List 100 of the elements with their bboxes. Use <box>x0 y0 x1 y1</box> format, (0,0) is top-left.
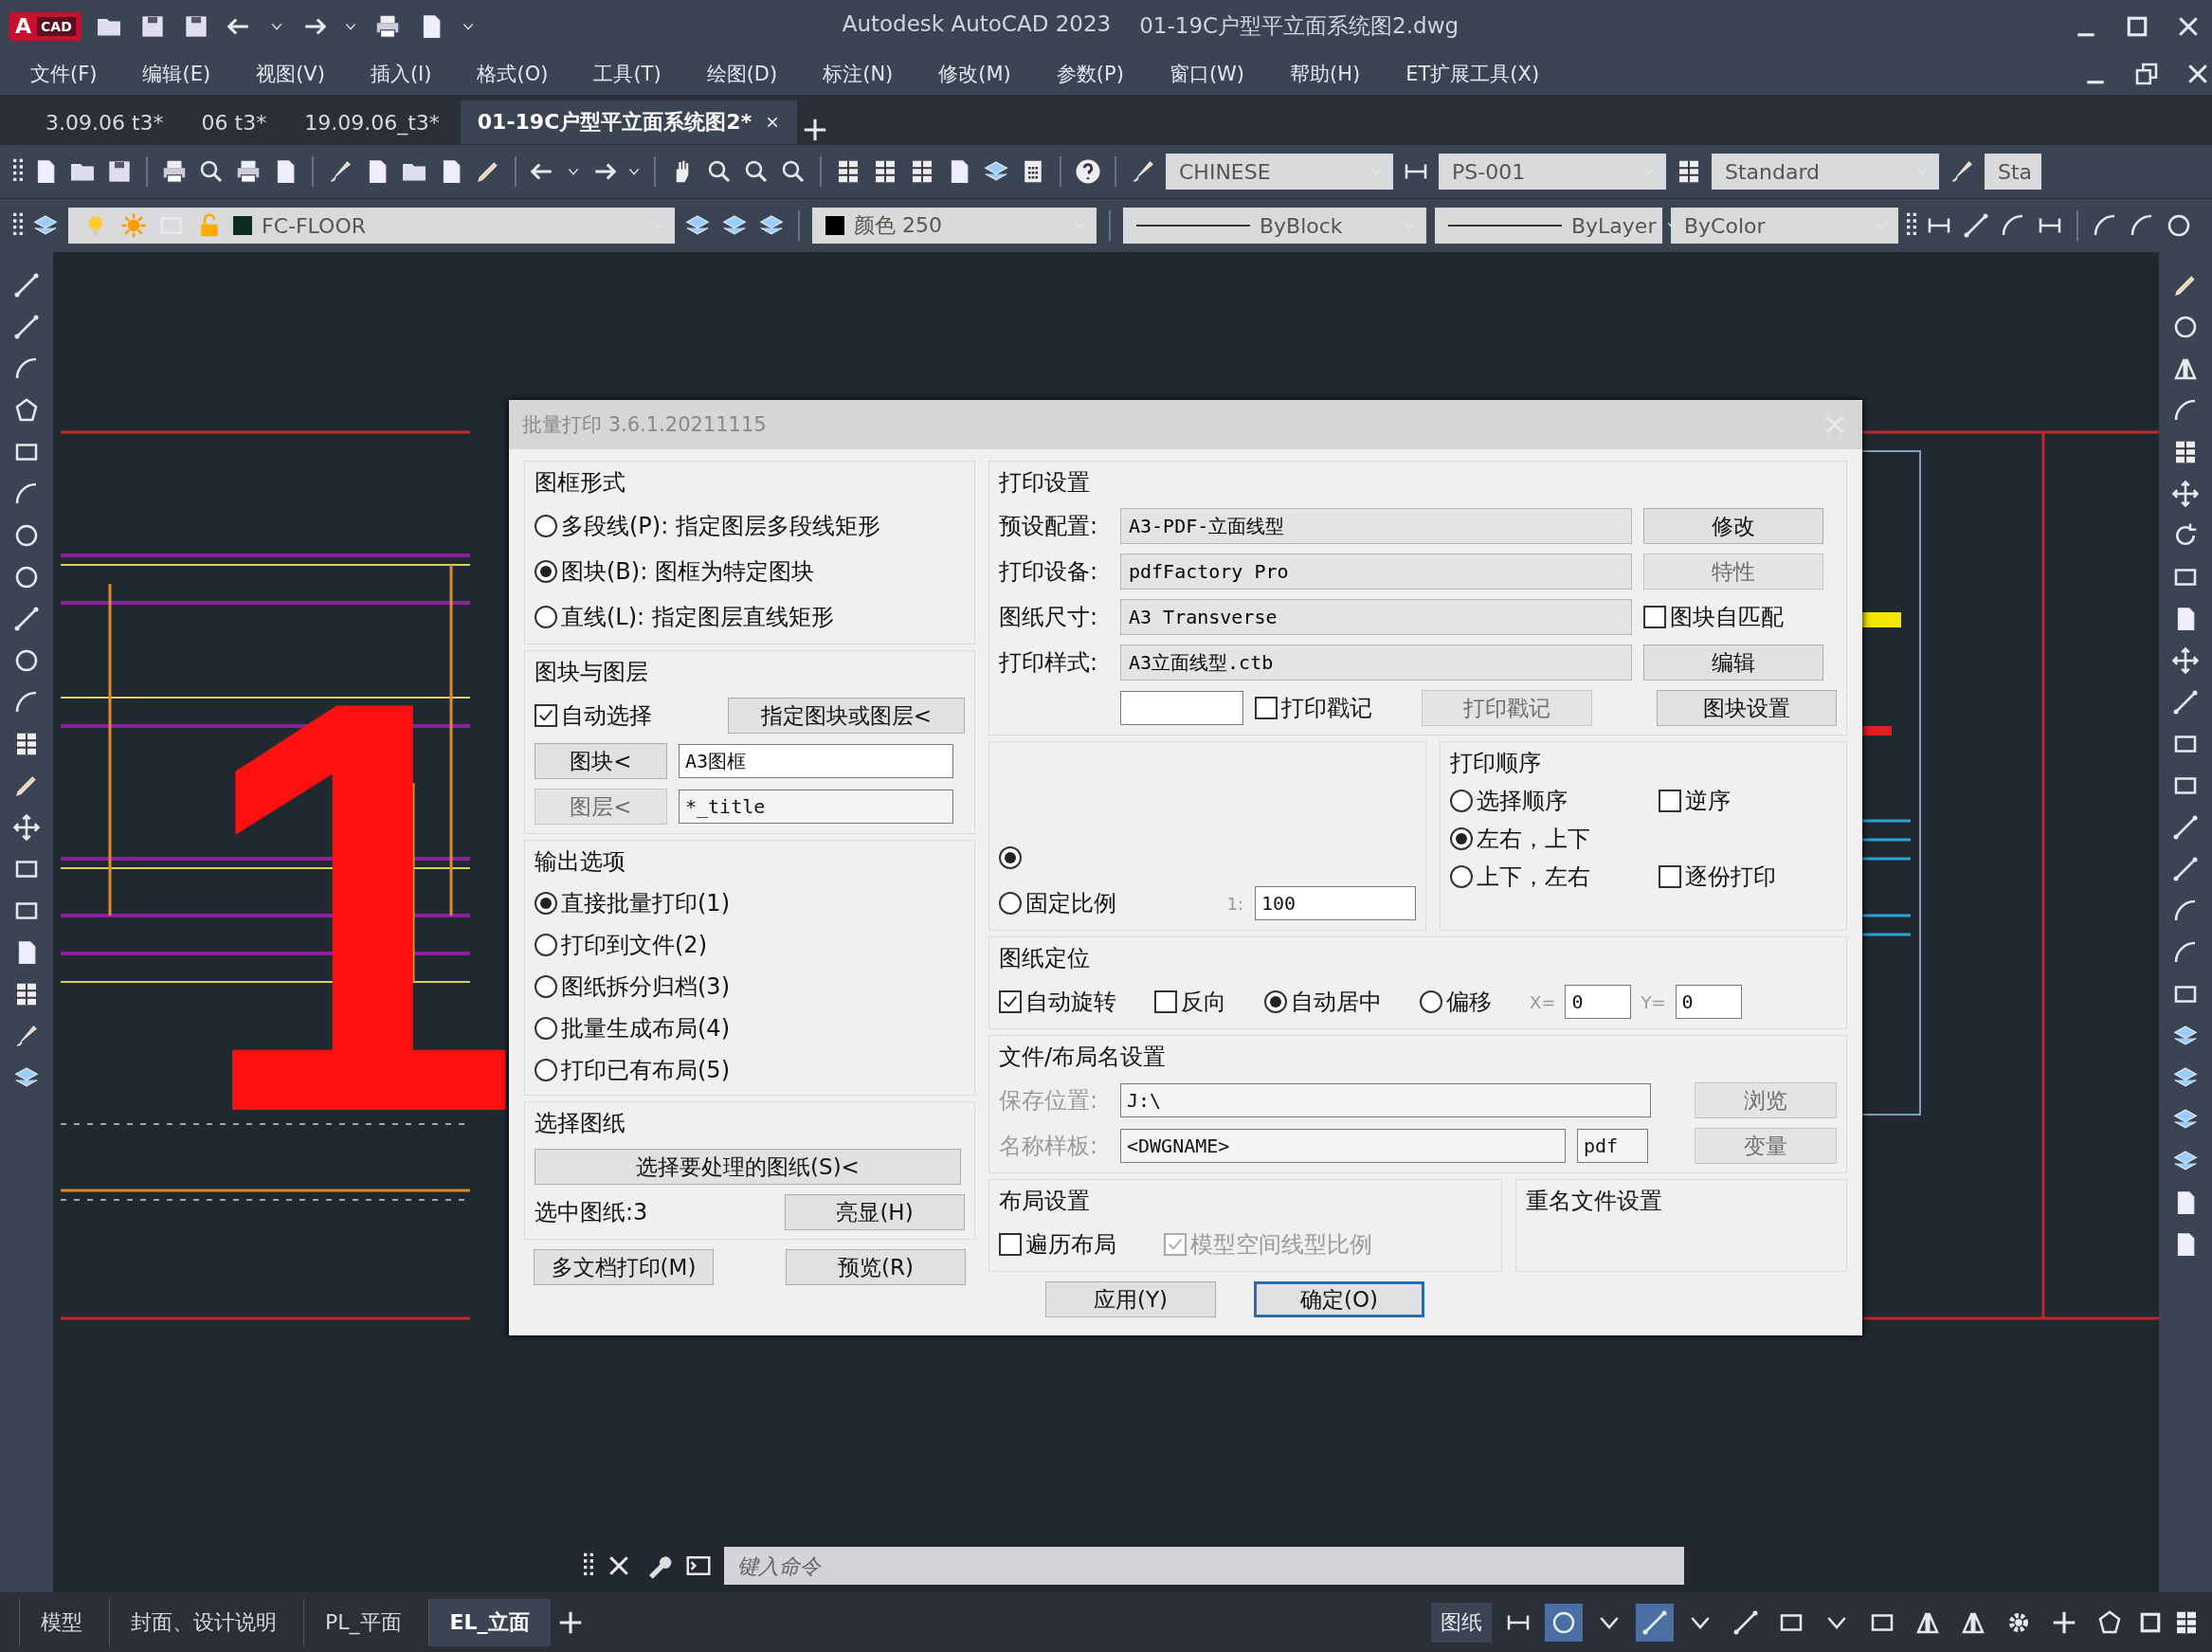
radio-icon[interactable] <box>535 560 557 583</box>
menu-item[interactable]: 文件(F) <box>28 56 100 91</box>
menu-item[interactable]: 窗口(W) <box>1167 56 1247 91</box>
input-field[interactable]: A3图框 <box>679 744 953 778</box>
radio-option[interactable]: 自动居中 <box>1264 987 1382 1017</box>
copies-field[interactable] <box>1120 691 1243 725</box>
radio-icon[interactable] <box>535 606 557 628</box>
radio-icon[interactable] <box>535 892 557 915</box>
checkbox-icon[interactable] <box>999 990 1022 1013</box>
checkbox-icon[interactable] <box>1659 790 1681 812</box>
radio-option[interactable]: 直线(L): 指定图层直线矩形 <box>535 602 834 632</box>
radio-icon[interactable] <box>1450 790 1473 812</box>
menu-item[interactable]: 工具(T) <box>591 56 663 91</box>
radio-option[interactable]: 直接批量打印(1) <box>535 888 730 918</box>
menu-item[interactable]: 视图(V) <box>254 56 327 91</box>
checkbox-option[interactable]: 图块自匹配 <box>1643 602 1784 632</box>
radio-icon[interactable] <box>535 975 557 998</box>
dropdown[interactable]: A3-PDF-立面线型 <box>1120 508 1632 544</box>
radio-icon[interactable] <box>535 515 557 537</box>
dropdown[interactable]: pdfFactory Pro <box>1120 554 1632 590</box>
dropdown[interactable]: A3立面线型.ctb <box>1120 644 1632 681</box>
checkbox-option[interactable]: 逐份打印 <box>1659 862 1837 892</box>
line-icon[interactable] <box>12 271 41 300</box>
scale-field[interactable]: 100 <box>1255 886 1416 920</box>
paper-space-button[interactable]: 图纸 <box>1431 1602 1492 1643</box>
line-icon[interactable] <box>2171 813 2200 842</box>
document-tab[interactable]: 19.09.06_t3* <box>287 100 457 144</box>
checkbox-option[interactable]: 反向 <box>1154 987 1226 1017</box>
layer-dropdown[interactable]: FC-FLOOR <box>68 208 675 244</box>
menu-item[interactable]: ET扩展工具(X) <box>1404 56 1542 91</box>
help-icon[interactable] <box>1074 157 1102 186</box>
dialog-button[interactable]: 编辑 <box>1643 644 1823 681</box>
multileader-style-dropdown[interactable]: Sta <box>1985 154 2041 190</box>
menu-item[interactable]: 修改(M) <box>936 56 1013 91</box>
radio-option[interactable]: 选择顺序 <box>1450 786 1659 816</box>
line-icon[interactable] <box>2171 688 2200 717</box>
radio-option[interactable]: 偏移 <box>1420 987 1492 1017</box>
color-dropdown[interactable]: 颜色 250 <box>812 208 1097 244</box>
dropdown[interactable]: A3 Transverse <box>1120 599 1632 635</box>
checkbox-icon[interactable] <box>1659 865 1681 888</box>
layout-tab[interactable]: 模型 <box>19 1598 103 1646</box>
plot-style-dropdown[interactable]: ByColor <box>1671 208 1898 244</box>
checkbox-icon[interactable] <box>1643 606 1666 628</box>
layout-tab[interactable]: PL_平面 <box>303 1598 423 1646</box>
dialog-button[interactable]: 应用(Y) <box>1045 1281 1216 1317</box>
radio-icon[interactable] <box>999 892 1022 915</box>
menu-item[interactable]: 帮助(H) <box>1288 56 1363 91</box>
dialog-button[interactable]: 亮显(H) <box>785 1194 965 1230</box>
line-icon[interactable] <box>2171 855 2200 883</box>
line-icon[interactable] <box>12 605 41 633</box>
radio-option[interactable]: 多段线(P): 指定图层多段线矩形 <box>535 511 880 541</box>
radio-option[interactable]: 打印到文件(2) <box>535 930 707 960</box>
dialog-button[interactable]: 预览(R) <box>786 1249 966 1285</box>
radio-option[interactable]: 图块(B): 图框为特定图块 <box>535 556 814 587</box>
menu-item[interactable]: 编辑(E) <box>140 56 213 91</box>
checkbox-icon[interactable] <box>1255 697 1278 719</box>
radio-icon[interactable] <box>535 934 557 956</box>
radio-icon[interactable] <box>1264 990 1287 1013</box>
checkbox-option[interactable]: 打印戳记 <box>1255 693 1372 723</box>
checkbox-option[interactable]: 自动旋转 <box>999 987 1116 1017</box>
layout-tab[interactable]: EL_立面 <box>427 1598 551 1646</box>
checkbox-option[interactable]: 自动选择 <box>535 700 652 731</box>
move-icon[interactable] <box>2171 480 2200 508</box>
menu-item[interactable]: 插入(I) <box>368 56 434 91</box>
line-icon[interactable] <box>1962 211 1990 240</box>
checkbox-icon[interactable] <box>999 1233 1022 1256</box>
x-field[interactable]: 0 <box>1565 985 1632 1019</box>
dialog-button[interactable]: 确定(O) <box>1254 1281 1424 1317</box>
menu-item[interactable]: 绘图(D) <box>704 56 780 91</box>
menu-item[interactable]: 标注(N) <box>821 56 896 91</box>
radio-option[interactable]: 左右，上下 <box>1450 824 1659 854</box>
radio-option[interactable]: 图纸拆分归档(3) <box>535 971 730 1002</box>
app-logo[interactable]: A CAD <box>9 11 82 41</box>
linetype-dropdown[interactable]: ByBlock <box>1123 208 1426 244</box>
document-tab[interactable]: 01-19C户型平立面系统图2* <box>460 100 798 144</box>
radio-icon[interactable] <box>535 1017 557 1040</box>
input-field[interactable]: *_title <box>679 790 953 824</box>
checkbox-option[interactable]: 逆序 <box>1659 786 1837 816</box>
checkbox-icon[interactable] <box>535 704 557 727</box>
checkbox-icon[interactable] <box>1154 990 1177 1013</box>
radio-option[interactable]: 固定比例 <box>999 888 1116 918</box>
dialog-button[interactable]: 多文档打印(M) <box>534 1249 714 1285</box>
dialog-button[interactable]: 指定图块或图层< <box>728 698 965 734</box>
menu-item[interactable]: 格式(O) <box>475 56 551 91</box>
status-toggle[interactable] <box>1636 1603 1674 1642</box>
document-tab[interactable]: 3.09.06 t3* <box>28 100 181 144</box>
document-tab[interactable]: 06 t3* <box>184 100 284 144</box>
line-icon[interactable] <box>12 313 41 341</box>
dialog-button[interactable]: 图块< <box>535 743 667 779</box>
dialog-button[interactable]: 图块设置 <box>1657 690 1837 726</box>
command-field[interactable]: 键入命令 <box>724 1547 1684 1585</box>
dialog-button[interactable]: 修改 <box>1643 508 1823 544</box>
radio-icon[interactable] <box>1450 827 1473 850</box>
y-field[interactable]: 0 <box>1675 985 1742 1019</box>
radio-option[interactable]: 打印已有布局(5) <box>535 1055 730 1085</box>
table-style-dropdown[interactable]: Standard <box>1712 154 1939 190</box>
radio-option[interactable]: 上下，左右 <box>1450 862 1659 892</box>
radio-option[interactable]: 批量生成布局(4) <box>535 1013 730 1044</box>
radio-icon[interactable] <box>999 846 1022 869</box>
status-toggle[interactable] <box>1545 1603 1583 1642</box>
